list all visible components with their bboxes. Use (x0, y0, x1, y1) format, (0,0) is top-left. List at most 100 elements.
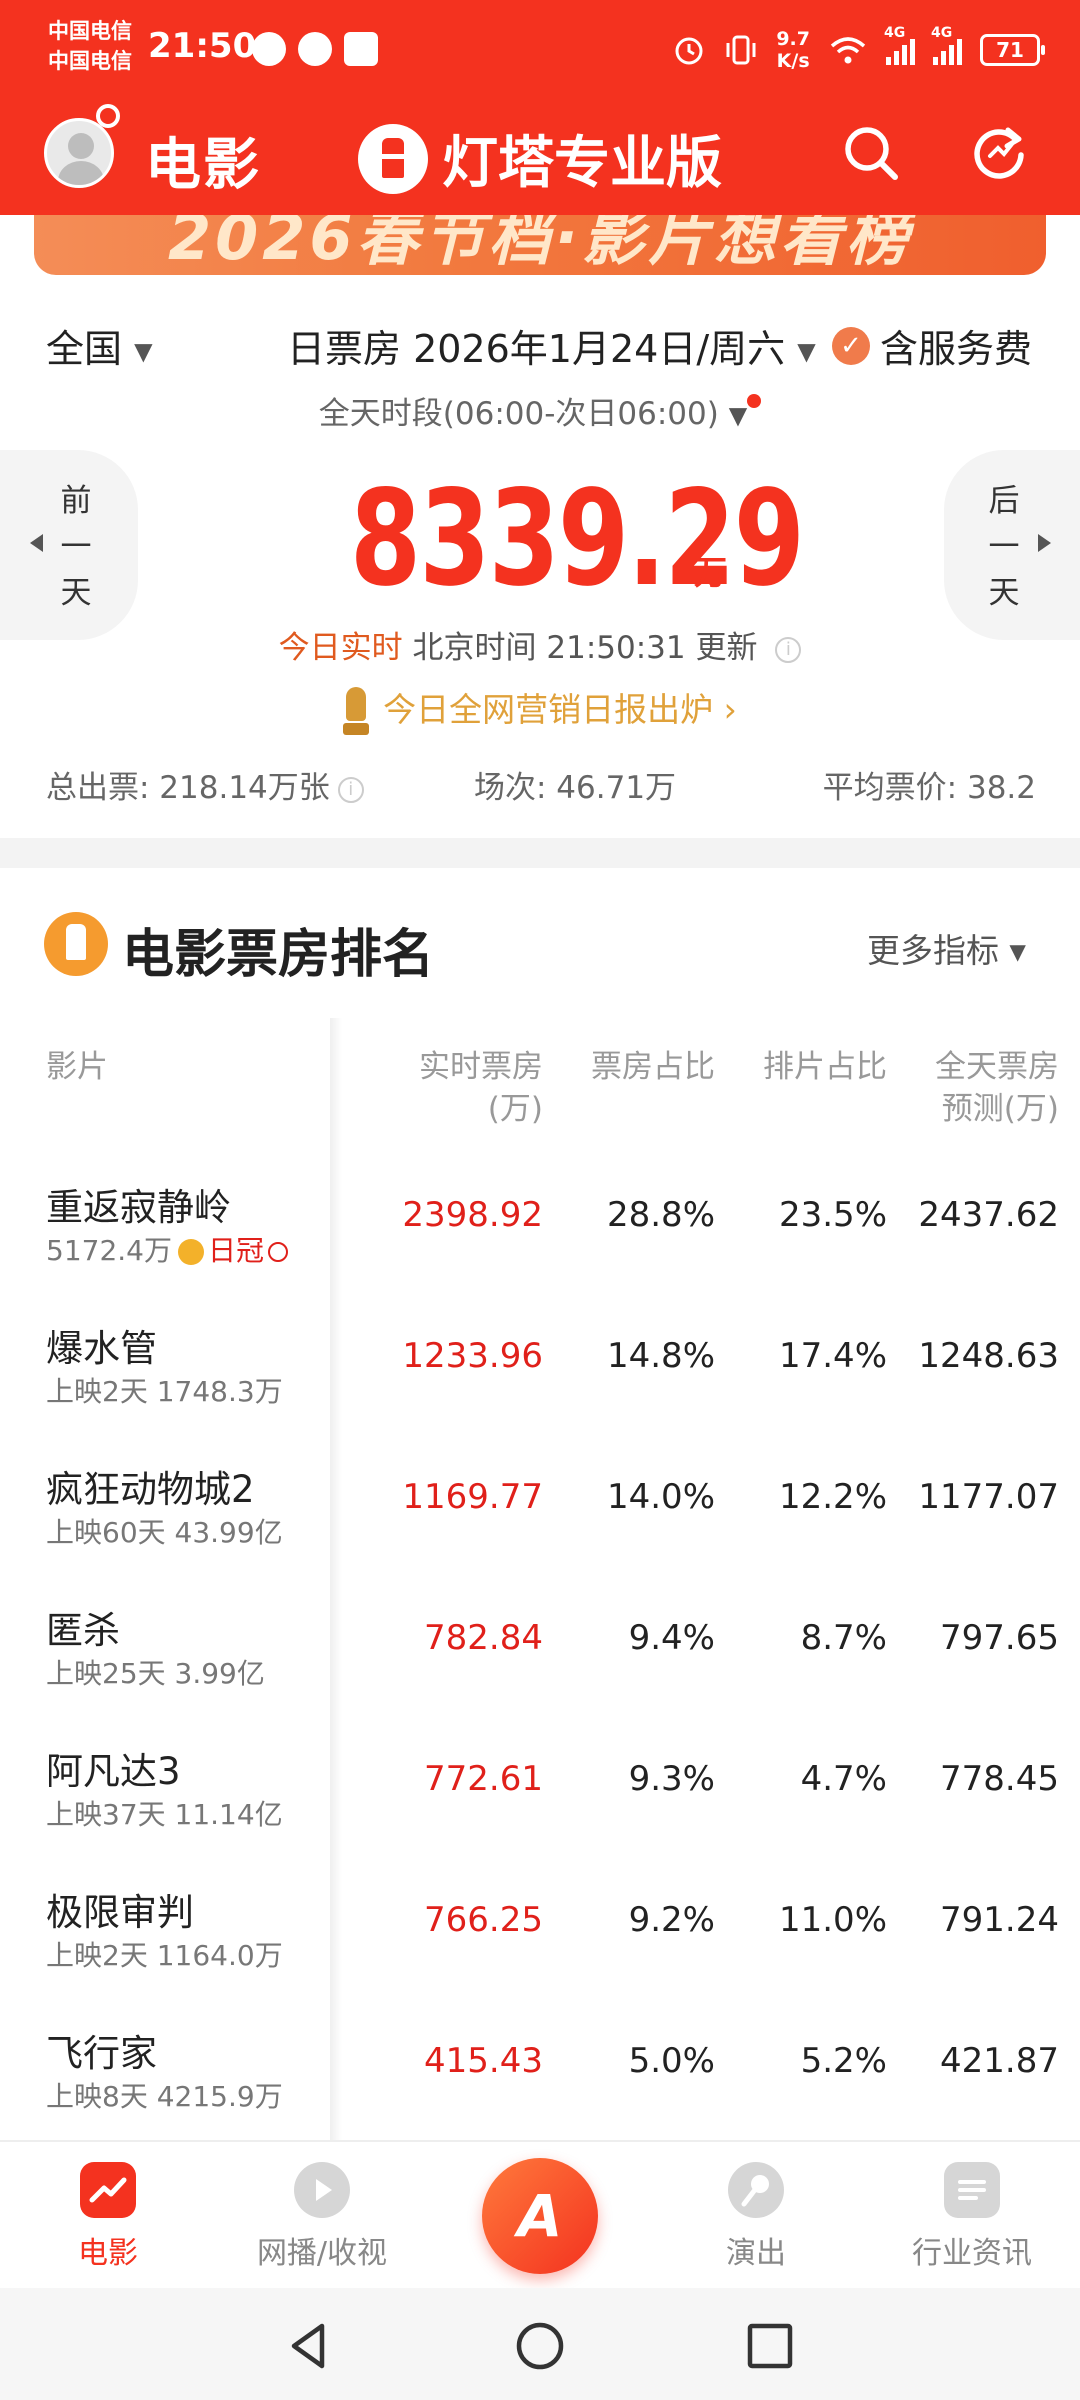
status-bar: 中国电信 中国电信 21:50 9.7 K/s 4G 4G 71 (0, 0, 1080, 100)
region-label: 全国 (46, 327, 123, 371)
ai-assistant-button[interactable]: A (482, 2158, 598, 2274)
forecast-box-office: 1177.07 (918, 1477, 1059, 1517)
film-sub: 上映8天 4215.9万 (46, 2080, 283, 2113)
summary-stats: 总出票: 218.14万张 i 场次: 46.71万 平均票价: 38.2 (0, 762, 1080, 812)
film-sub: 上映60天 43.99亿 (46, 1516, 283, 1549)
service-fee-label: 含服务费 (880, 327, 1033, 371)
col-film: 影片 (46, 1049, 108, 1085)
vibrate-icon (726, 35, 756, 65)
trend-chart-icon (80, 2162, 136, 2218)
chevron-down-icon: ▼ (797, 337, 816, 366)
brand-name: 灯塔专业版 (442, 131, 722, 196)
schedule-share: 11.0% (778, 1900, 887, 1940)
signal-2: 4G (931, 25, 962, 65)
realtime-box-office: 1169.77 (402, 1477, 543, 1517)
net-speed: 9.7 K/s (776, 28, 810, 72)
table-row[interactable]: 极限审判 上映2天 1164.0万 766.25 9.2% 11.0% 791.… (0, 1870, 1080, 2011)
realtime-box-office: 782.84 (424, 1618, 543, 1658)
tab-show-label: 演出 (726, 2236, 786, 2271)
network-type-2: 4G (931, 25, 953, 41)
brand: 灯塔专业版 (358, 118, 722, 199)
tab-movie-label: 电影 (78, 2236, 138, 2271)
next-day-label: 后一天 (988, 483, 1020, 611)
schedule-share: 8.7% (800, 1618, 887, 1658)
app-header: 中国电信 中国电信 21:50 9.7 K/s 4G 4G 71 电影 灯塔专业… (0, 0, 1080, 215)
trophy-icon (343, 686, 370, 737)
col-schedule[interactable]: 排片占比 (763, 1046, 887, 1088)
forecast-box-office: 797.65 (940, 1618, 1059, 1658)
film-name: 飞行家 (46, 2032, 157, 2075)
realtime-box-office: 772.61 (424, 1759, 543, 1799)
realtime-box-office: 1233.96 (402, 1336, 543, 1376)
col-forecast[interactable]: 全天票房 预测(万) (935, 1046, 1059, 1130)
ai-logo-icon: A (517, 2182, 563, 2250)
recents-icon[interactable] (740, 2316, 800, 2376)
col-forecast-line1: 全天票房 (935, 1049, 1059, 1085)
marketing-report-label: 今日全网营销日报出炉 › (383, 690, 737, 729)
table-row[interactable]: 匿杀 上映25天 3.99亿 782.84 9.4% 8.7% 797.65 (0, 1588, 1080, 1729)
audio-icon (298, 32, 332, 66)
film-sub: 上映37天 11.14亿 (46, 1798, 283, 1831)
search-icon[interactable] (840, 122, 902, 184)
lighthouse-logo-icon (358, 123, 428, 194)
forecast-box-office: 778.45 (940, 1759, 1059, 1799)
table-row[interactable]: 爆水管 上映2天 1748.3万 1233.96 14.8% 17.4% 124… (0, 1306, 1080, 1447)
forecast-box-office: 1248.63 (918, 1336, 1059, 1376)
realtime-box-office: 2398.92 (402, 1195, 543, 1235)
info-icon[interactable]: i (337, 776, 364, 803)
film-sub: 上映2天 1164.0万 (46, 1939, 283, 1972)
film-sub: 上映2天 1748.3万 (46, 1375, 283, 1408)
next-day-button[interactable]: 后一天 (944, 450, 1080, 640)
back-icon[interactable] (280, 2316, 340, 2376)
microphone-icon (728, 2162, 784, 2218)
table-row[interactable]: 阿凡达3 上映37天 11.14亿 772.61 9.3% 4.7% 778.4… (0, 1729, 1080, 1870)
checkmark-icon: ✓ (832, 326, 870, 365)
play-icon (294, 2162, 350, 2218)
refresh-icon[interactable] (968, 122, 1030, 184)
date-selector[interactable]: 日票房 2026年1月24日/周六 ▼ (287, 318, 816, 373)
tab-stream[interactable]: 网播/收视 (222, 2162, 422, 2272)
banner-text: 2026春节档·影片想看榜 (167, 215, 913, 274)
ranking-header: 电影票房排名 更多指标 ▾ (0, 868, 1080, 1018)
avatar[interactable] (44, 118, 114, 188)
doc-lines-icon (958, 2180, 986, 2200)
tab-show[interactable]: 演出 (656, 2162, 856, 2272)
app-notify-icon (344, 32, 378, 66)
realtime-box-office: 766.25 (424, 1900, 543, 1940)
service-fee-toggle[interactable]: ✓ 含服务费 (832, 318, 1032, 373)
film-name: 爆水管 (46, 1327, 157, 1370)
table-row[interactable]: 重返寂静岭 5172.4万 日冠 2398.92 28.8% 23.5% 2437… (0, 1165, 1080, 1306)
table-row[interactable]: 疯狂动物城2 上映60天 43.99亿 1169.77 14.0% 12.2% … (0, 1447, 1080, 1588)
avatar-body (58, 161, 104, 185)
forecast-box-office: 791.24 (940, 1900, 1059, 1940)
notification-icon (252, 32, 286, 66)
net-speed-value: 9.7 (776, 28, 810, 50)
status-icons: 9.7 K/s 4G 4G 71 (672, 22, 1045, 78)
film-name: 阿凡达3 (46, 1750, 181, 1793)
alarm-icon (675, 37, 703, 65)
new-dot (747, 394, 762, 408)
filter-row: 全国 ▼ 日票房 2026年1月24日/周六 ▼ ✓ 含服务费 (0, 312, 1080, 372)
info-icon[interactable]: i (775, 636, 802, 663)
daily-champion-badge: 日冠 (207, 1234, 264, 1267)
box-office-share: 14.8% (606, 1336, 715, 1376)
home-icon[interactable] (510, 2316, 570, 2376)
category-title[interactable]: 电影 (145, 120, 261, 201)
external-link-icon (268, 1242, 288, 1262)
arrow-left-icon (30, 534, 43, 552)
col-share[interactable]: 票房占比 (591, 1046, 715, 1088)
region-selector[interactable]: 全国 ▼ (46, 318, 153, 373)
promo-banner[interactable]: 2026春节档·影片想看榜 (34, 215, 1046, 275)
schedule-share: 4.7% (800, 1759, 887, 1799)
tab-movie[interactable]: 电影 (8, 2162, 208, 2272)
col-realtime[interactable]: 实时票房 (万) (419, 1046, 543, 1130)
marketing-report-link[interactable]: 今日全网营销日报出炉 › (0, 683, 1080, 737)
more-metrics-button[interactable]: 更多指标 ▾ (867, 924, 1026, 972)
tab-news[interactable]: 行业资讯 (872, 2162, 1072, 2272)
prev-day-button[interactable]: 前一天 (0, 450, 138, 640)
chevron-down-icon: ▼ (134, 337, 153, 366)
period-selector[interactable]: 全天时段(06:00-次日06:00) ▼ (0, 388, 1080, 433)
update-info: 今日实时 北京时间 21:50:31 更新 i (0, 622, 1080, 667)
table-row[interactable]: 飞行家 上映8天 4215.9万 415.43 5.0% 5.2% 421.87 (0, 2011, 1080, 2140)
forecast-box-office: 2437.62 (918, 1195, 1059, 1235)
